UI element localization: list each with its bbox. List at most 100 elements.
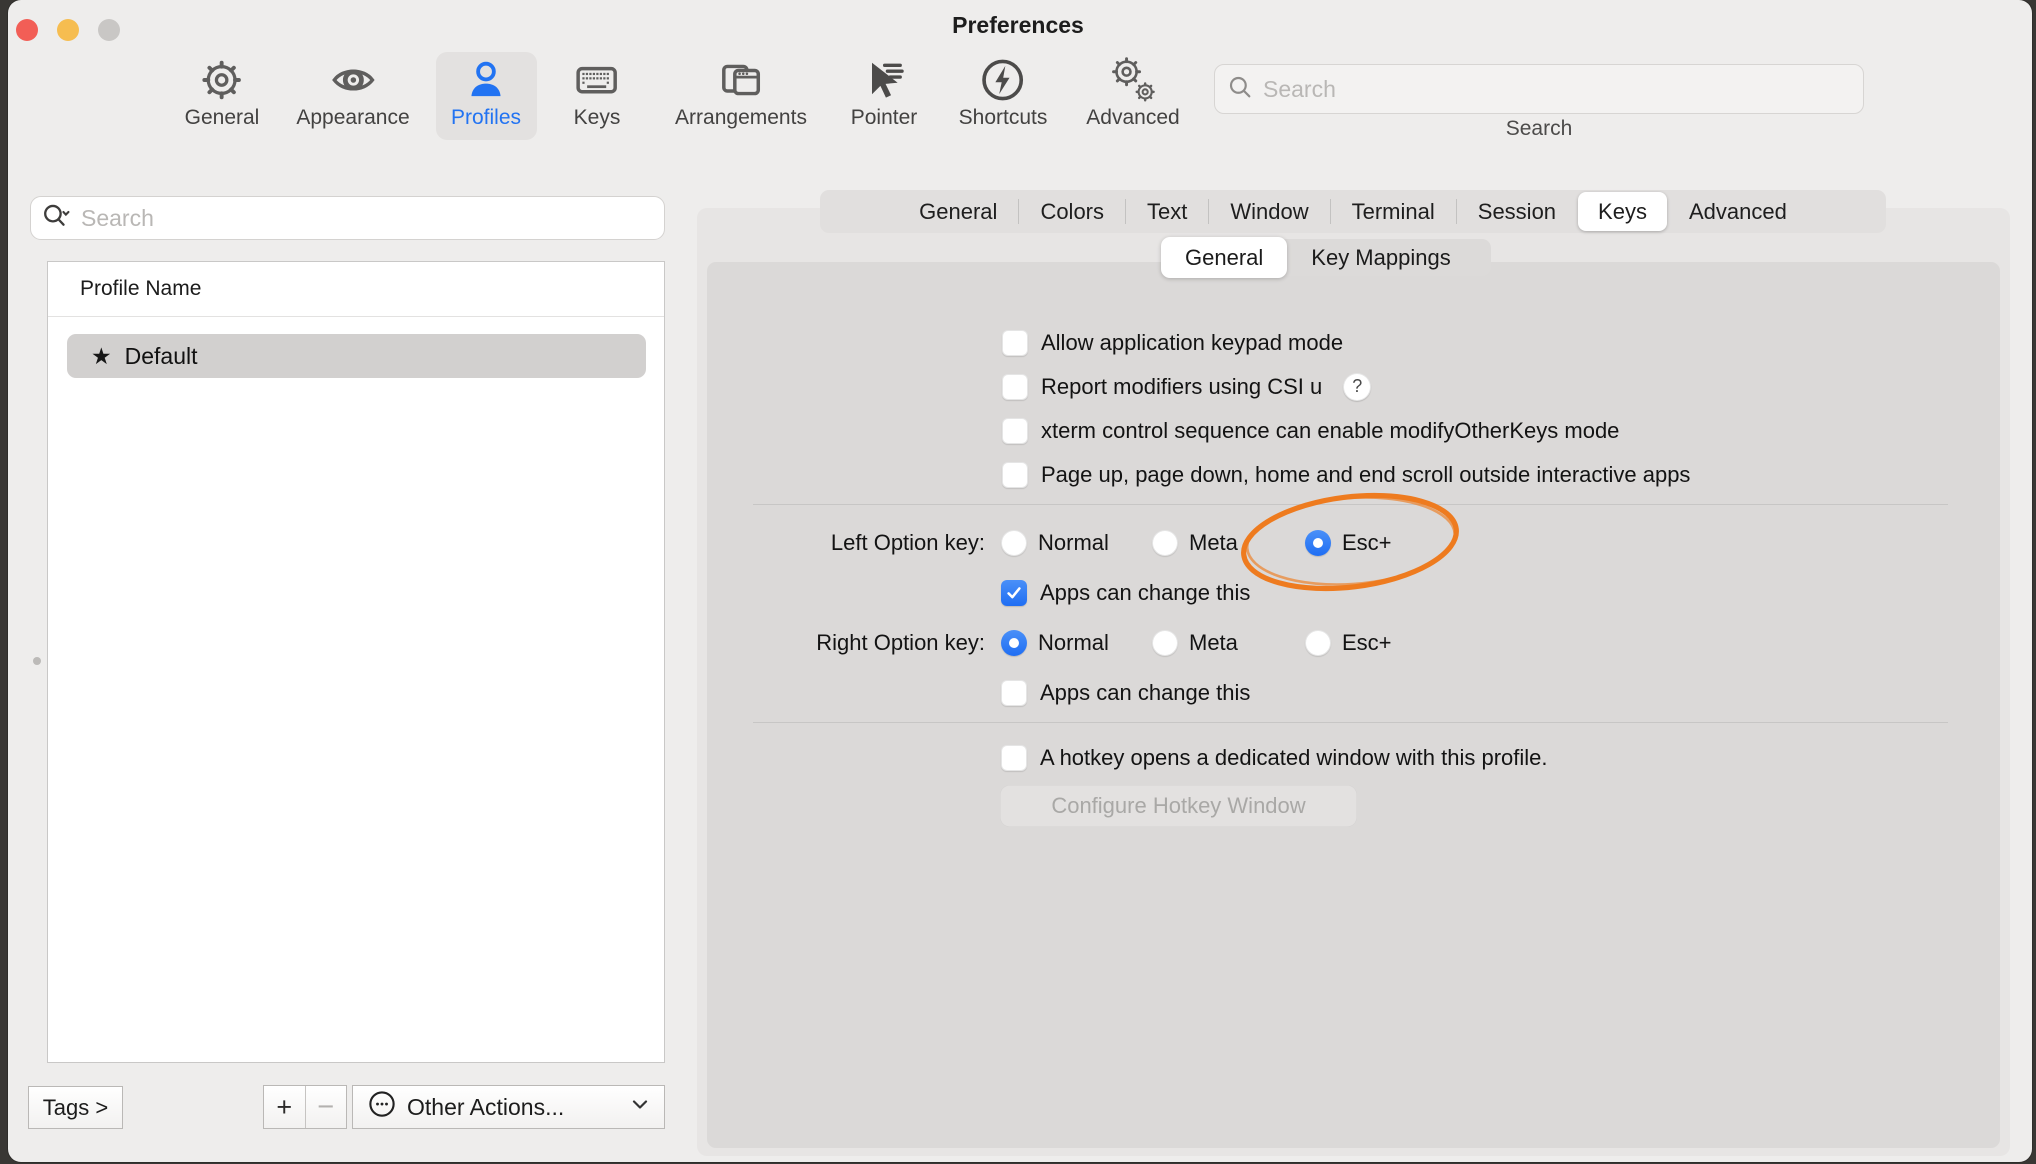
checkbox-row: Report modifiers using CSI u ?	[1002, 373, 1371, 400]
toolbar-search-input[interactable]	[1261, 75, 1851, 104]
radio-label: Esc+	[1342, 530, 1392, 556]
left-option-normal: Normal	[1001, 529, 1109, 556]
radio-label: Meta	[1189, 530, 1238, 556]
divider	[753, 722, 1948, 723]
toolbar-item-profiles[interactable]: Profiles	[451, 56, 521, 130]
radio-esc[interactable]	[1305, 530, 1331, 556]
tab-text[interactable]: Text	[1126, 190, 1208, 233]
toolbar-item-label: Arrangements	[675, 106, 807, 130]
modify-other-keys-checkbox[interactable]	[1002, 418, 1028, 444]
toolbar-item-label: Profiles	[451, 106, 521, 130]
checkbox-row: Allow application keypad mode	[1002, 329, 1343, 356]
radio-normal[interactable]	[1001, 630, 1027, 656]
windows-icon	[718, 56, 764, 104]
tab-terminal[interactable]: Terminal	[1331, 190, 1456, 233]
other-actions-dropdown[interactable]: Other Actions...	[352, 1085, 665, 1129]
right-apps-change-checkbox[interactable]	[1001, 680, 1027, 706]
page-scroll-checkbox[interactable]	[1002, 462, 1028, 488]
tab-session[interactable]: Session	[1457, 190, 1577, 233]
checkbox-row: A hotkey opens a dedicated window with t…	[1001, 744, 1548, 771]
double-gear-icon	[1109, 56, 1157, 104]
gear-icon	[200, 56, 244, 104]
left-option-key-label: Left Option key:	[697, 529, 985, 556]
person-icon	[463, 56, 509, 104]
keys-subtabs: General Key Mappings	[1161, 239, 1491, 276]
profile-name: Default	[125, 343, 198, 370]
checkbox-label: xterm control sequence can enable modify…	[1041, 418, 1619, 444]
right-option-normal: Normal	[1001, 629, 1109, 656]
divider	[753, 504, 1948, 505]
tab-general[interactable]: General	[898, 190, 1018, 233]
tab-advanced[interactable]: Advanced	[1668, 190, 1808, 233]
radio-label: Meta	[1189, 630, 1238, 656]
subtab-key-mappings[interactable]: Key Mappings	[1287, 239, 1474, 276]
profile-list: Profile Name ★ Default	[47, 261, 665, 1063]
toolbar-search-caption: Search	[1214, 117, 1864, 141]
profile-search-input[interactable]	[79, 204, 654, 233]
left-option-esc: Esc+	[1305, 529, 1392, 556]
configure-hotkey-window-button[interactable]: Configure Hotkey Window	[1000, 785, 1357, 827]
checkbox-row: xterm control sequence can enable modify…	[1002, 417, 1619, 444]
search-scope-icon	[41, 202, 73, 235]
help-button[interactable]: ?	[1343, 373, 1371, 401]
radio-label: Esc+	[1342, 630, 1392, 656]
other-actions-label: Other Actions...	[407, 1094, 628, 1121]
ellipsis-circle-icon	[367, 1089, 397, 1125]
toolbar-item-shortcuts[interactable]: Shortcuts	[959, 56, 1048, 130]
left-option-meta: Meta	[1152, 529, 1238, 556]
keyboard-icon	[574, 56, 620, 104]
radio-label: Normal	[1038, 530, 1109, 556]
toolbar-item-label: Advanced	[1086, 106, 1179, 130]
screen-background: Preferences General	[0, 0, 2036, 1164]
profile-search-field[interactable]	[30, 196, 665, 240]
toolbar-search-field[interactable]	[1214, 64, 1864, 114]
toolbar-item-label: Shortcuts	[959, 106, 1048, 130]
checkbox-row: Page up, page down, home and end scroll …	[1002, 461, 1690, 488]
radio-normal[interactable]	[1001, 530, 1027, 556]
left-apps-change-checkbox[interactable]	[1001, 580, 1027, 606]
tab-window[interactable]: Window	[1209, 190, 1329, 233]
toolbar-item-appearance[interactable]: Appearance	[296, 56, 409, 130]
toolbar-item-label: General	[185, 106, 260, 130]
tags-button[interactable]: Tags >	[28, 1086, 123, 1129]
profile-tabs: General Colors Text Window Terminal Sess…	[820, 190, 1886, 233]
toolbar-item-pointer[interactable]: Pointer	[851, 56, 918, 130]
checkbox-label: Page up, page down, home and end scroll …	[1041, 462, 1690, 488]
chevron-down-icon	[628, 1092, 652, 1122]
tab-colors[interactable]: Colors	[1019, 190, 1125, 233]
radio-meta[interactable]	[1152, 630, 1178, 656]
checkbox-label: Allow application keypad mode	[1041, 330, 1343, 356]
cursor-icon	[862, 56, 906, 104]
radio-esc[interactable]	[1305, 630, 1331, 656]
checkbox-label: Report modifiers using CSI u	[1041, 374, 1322, 400]
toolbar-item-label: Keys	[574, 106, 621, 130]
checkbox-label: A hotkey opens a dedicated window with t…	[1040, 745, 1548, 771]
add-remove-group: + −	[263, 1085, 347, 1129]
toolbar-item-label: Appearance	[296, 106, 409, 130]
toolbar-item-general[interactable]: General	[185, 56, 260, 130]
search-icon	[1227, 74, 1253, 105]
checkbox-label: Apps can change this	[1040, 580, 1250, 606]
remove-profile-button[interactable]: −	[305, 1086, 347, 1128]
toolbar-item-label: Pointer	[851, 106, 918, 130]
profile-row-default[interactable]: ★ Default	[67, 334, 646, 378]
window-title: Preferences	[0, 12, 2036, 39]
star-icon: ★	[91, 345, 112, 368]
edge-dot	[33, 657, 41, 665]
csi-u-checkbox[interactable]	[1002, 374, 1028, 400]
hotkey-window-checkbox[interactable]	[1001, 745, 1027, 771]
checkbox-row: Apps can change this	[1001, 579, 1250, 606]
checkbox-label: Apps can change this	[1040, 680, 1250, 706]
tab-keys[interactable]: Keys	[1578, 192, 1667, 231]
toolbar-item-keys[interactable]: Keys	[574, 56, 621, 130]
allow-keypad-checkbox[interactable]	[1002, 330, 1028, 356]
subtab-general[interactable]: General	[1161, 237, 1287, 278]
toolbar-item-arrangements[interactable]: Arrangements	[675, 56, 807, 130]
bolt-circle-icon	[980, 56, 1026, 104]
profile-list-header: Profile Name	[48, 262, 664, 317]
radio-meta[interactable]	[1152, 530, 1178, 556]
right-option-key-label: Right Option key:	[697, 629, 985, 656]
toolbar-item-advanced[interactable]: Advanced	[1086, 56, 1179, 130]
add-profile-button[interactable]: +	[264, 1086, 305, 1128]
radio-label: Normal	[1038, 630, 1109, 656]
